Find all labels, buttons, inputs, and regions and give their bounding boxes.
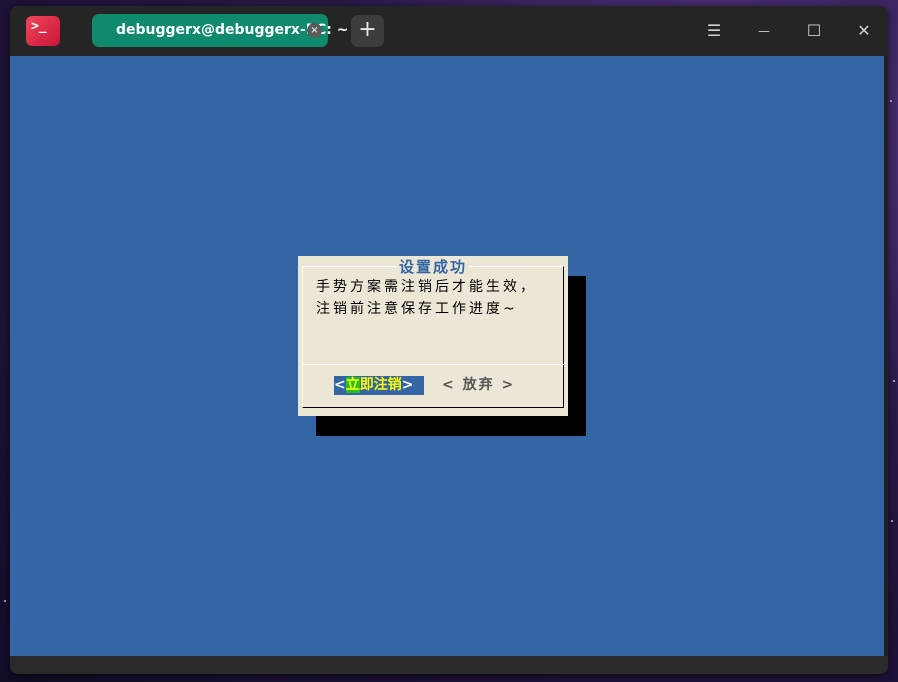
menu-icon[interactable]: ☰ bbox=[703, 20, 725, 42]
dialog-message-line: 手势方案需注销后才能生效， bbox=[316, 279, 537, 295]
desktop-star bbox=[893, 380, 895, 382]
desktop-star bbox=[4, 600, 6, 602]
close-icon[interactable]: ✕ bbox=[853, 20, 875, 42]
terminal-prompt-icon: >_ bbox=[31, 19, 47, 34]
dialog-message-line: 注销前注意保存工作进度~ bbox=[316, 301, 518, 317]
dialog-title-text: 设置成功 bbox=[396, 258, 469, 276]
message-dialog: 设置成功 手势方案需注销后才能生效， 注销前注意保存工作进度~ <立即注销> <… bbox=[298, 256, 568, 416]
tab-close-icon[interactable]: × bbox=[307, 23, 322, 38]
terminal-app-icon[interactable]: >_ bbox=[26, 16, 60, 46]
bracket-open: < bbox=[334, 377, 346, 393]
minimize-icon[interactable]: — bbox=[753, 20, 775, 42]
logout-now-button[interactable]: <立即注销> bbox=[334, 376, 424, 395]
terminal-area[interactable]: 设置成功 手势方案需注销后才能生效， 注销前注意保存工作进度~ <立即注销> <… bbox=[10, 56, 884, 656]
tab-terminal-session[interactable]: debuggerx@debuggerx-PC: ~ × bbox=[92, 14, 349, 47]
terminal-window: >_ debuggerx@debuggerx-PC: ~ × + ☰ — ☐ ✕… bbox=[10, 6, 888, 674]
desktop-star bbox=[891, 520, 893, 522]
cancel-button[interactable]: < 放弃 > bbox=[442, 376, 515, 395]
dialog-message: 手势方案需注销后才能生效， 注销前注意保存工作进度~ bbox=[316, 276, 556, 320]
desktop-star bbox=[890, 100, 892, 102]
window-bottom-bar bbox=[10, 656, 888, 674]
bracket-close: > bbox=[401, 377, 414, 393]
maximize-icon[interactable]: ☐ bbox=[803, 20, 825, 42]
titlebar: >_ debuggerx@debuggerx-PC: ~ × + ☰ — ☐ ✕ bbox=[10, 6, 888, 56]
hotkey-char: 立 bbox=[345, 377, 360, 393]
new-tab-button[interactable]: + bbox=[351, 15, 384, 47]
logout-now-label: 即注销 bbox=[359, 377, 402, 393]
dialog-divider bbox=[302, 364, 564, 365]
dialog-title: 设置成功 bbox=[298, 256, 568, 277]
